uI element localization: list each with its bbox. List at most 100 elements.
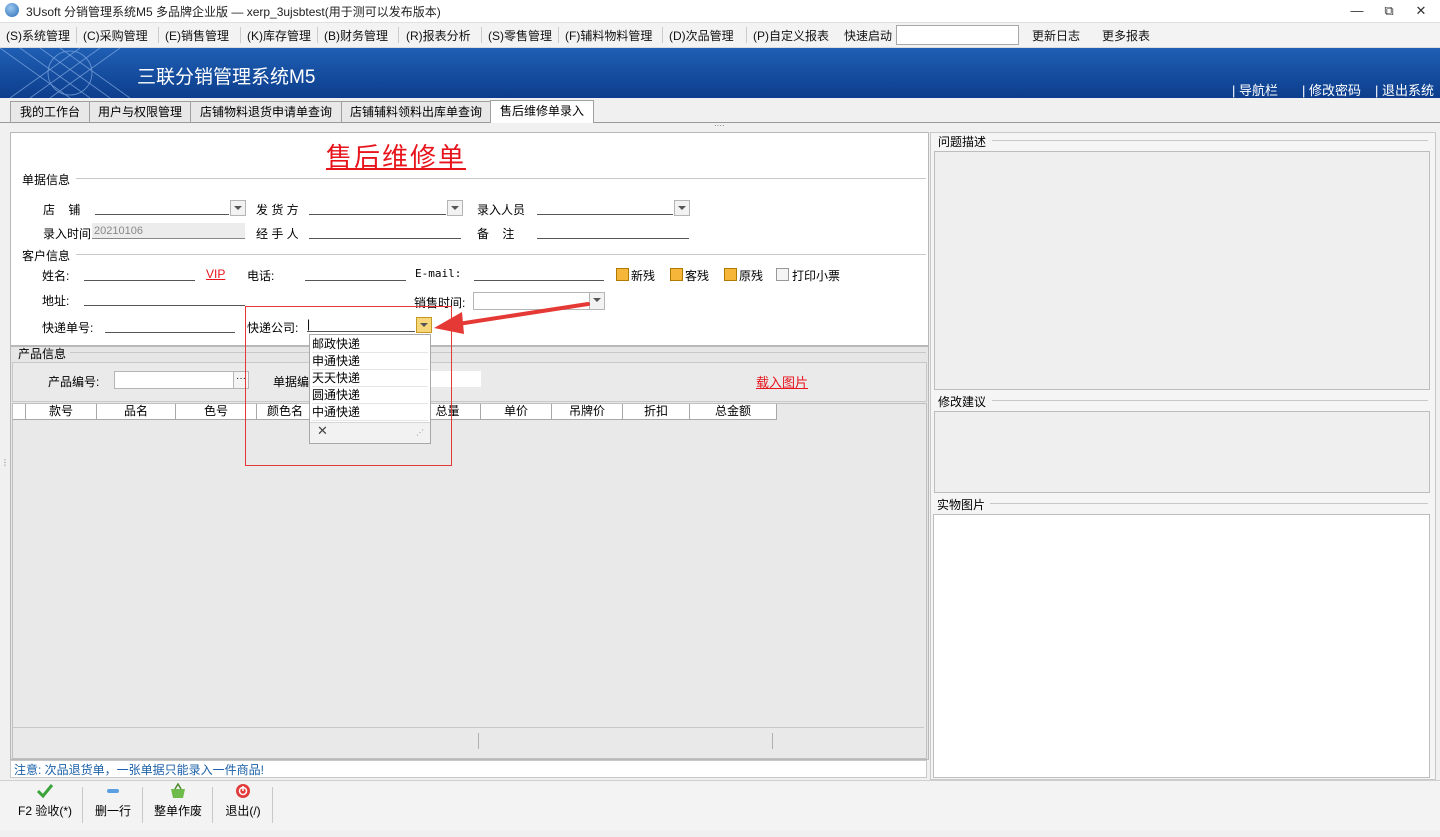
entry-person-dropdown-icon[interactable] <box>674 200 690 216</box>
product-code-input[interactable] <box>114 371 234 389</box>
store-field[interactable] <box>95 200 229 215</box>
banner-decoration-icon <box>0 48 131 98</box>
grid-footer-divider <box>772 733 773 749</box>
tab-workbench[interactable]: 我的工作台 <box>10 101 90 122</box>
dropdown-option[interactable]: 邮政快递 <box>312 336 428 353</box>
store-label: 店 铺 <box>43 203 81 217</box>
store-dropdown-icon[interactable] <box>230 200 246 216</box>
menu-retail[interactable]: (S)零售管理 <box>488 27 552 44</box>
menu-custom-reports[interactable]: (P)自定义报表 <box>753 27 829 44</box>
exit-button[interactable]: 退出(/) <box>220 783 266 827</box>
product-grid[interactable] <box>12 403 927 759</box>
tab-user-permissions[interactable]: 用户与权限管理 <box>89 101 191 122</box>
problem-desc-textarea[interactable] <box>934 151 1430 390</box>
load-image-link[interactable]: 载入图片 <box>756 372 808 391</box>
dropdown-option[interactable]: 中通快递 <box>312 404 428 421</box>
handler-label: 经 手 人 <box>256 227 299 241</box>
checkbox-original-defect[interactable] <box>724 268 737 281</box>
resize-grip-icon[interactable]: ⋰ <box>416 428 424 437</box>
checkbox-new-defect[interactable] <box>616 268 629 281</box>
toolbar-separator <box>82 787 83 823</box>
vip-link[interactable]: VIP <box>206 267 225 281</box>
checkbox-customer-defect[interactable] <box>670 268 683 281</box>
minus-icon <box>107 789 119 793</box>
photo-label: 实物图片 <box>937 498 986 512</box>
change-password-link[interactable]: | 修改密码 <box>1302 80 1361 98</box>
column-header[interactable]: 款号 <box>26 404 97 420</box>
menu-separator <box>558 27 559 43</box>
checkbox-customer-defect-label: 客残 <box>685 269 710 283</box>
side-splitter-grip-icon[interactable]: ⋮ <box>1 458 9 472</box>
dropdown-option[interactable]: 天天快递 <box>312 370 428 387</box>
splitter-grip-icon[interactable]: ···· <box>714 122 728 130</box>
tab-material-return-query[interactable]: 店铺物料退货申请单查询 <box>190 101 342 122</box>
menu-materials[interactable]: (F)辅料物料管理 <box>565 27 652 44</box>
grid-footer-divider <box>478 733 479 749</box>
column-header[interactable]: 总金额 <box>690 404 777 420</box>
column-header[interactable]: 品名 <box>97 404 176 420</box>
menu-finance[interactable]: (B)财务管理 <box>324 27 388 44</box>
menu-system[interactable]: (S)系统管理 <box>6 27 70 44</box>
menu-sales[interactable]: (E)销售管理 <box>165 27 229 44</box>
tab-accessory-issue-query[interactable]: 店铺辅料领料出库单查询 <box>341 101 491 122</box>
divider <box>990 503 1428 504</box>
menu-separator <box>158 27 159 43</box>
tab-after-sales-entry[interactable]: 售后维修单录入 <box>490 100 594 123</box>
suggestion-label: 修改建议 <box>938 395 987 409</box>
dropdown-clear-icon[interactable]: ✕ <box>317 423 328 439</box>
shipper-dropdown-icon[interactable] <box>447 200 463 216</box>
address-field[interactable] <box>84 291 245 306</box>
checkbox-print-receipt-label: 打印小票 <box>792 269 841 283</box>
remark-label: 备 注 <box>477 227 515 241</box>
checkbox-original-defect-label: 原残 <box>739 269 764 283</box>
more-reports-link[interactable]: 更多报表 <box>1102 27 1150 44</box>
column-header[interactable]: 单价 <box>481 404 552 420</box>
column-header[interactable]: 吊牌价 <box>552 404 623 420</box>
express-company-dropdown[interactable]: 邮政快递 申通快递 天天快递 圆通快递 中通快递 ✕ ⋰ <box>309 334 431 444</box>
close-icon[interactable]: ✕ <box>1406 1 1436 21</box>
address-label: 地址: <box>42 294 70 308</box>
entry-time-field: 20210106 <box>92 223 245 239</box>
void-document-button[interactable]: 整单作废 <box>150 782 206 827</box>
checkbox-print-receipt[interactable] <box>776 268 789 281</box>
quick-start-input[interactable] <box>896 25 1019 45</box>
email-field[interactable] <box>474 266 604 281</box>
name-field[interactable] <box>84 266 195 281</box>
toolbar-separator <box>272 787 273 823</box>
tab-strip: 我的工作台 用户与权限管理 店铺物料退货申请单查询 店铺辅料领料出库单查询 售后… <box>0 98 1440 123</box>
dropdown-footer <box>310 422 430 443</box>
entry-person-field[interactable] <box>537 200 673 215</box>
handler-field[interactable] <box>309 224 461 239</box>
accept-button[interactable]: F2 验收(*) <box>14 783 76 827</box>
delete-row-button[interactable]: 删一行 <box>90 783 136 827</box>
customer-info-label: 客户信息 <box>22 249 71 263</box>
entry-person-label: 录入人员 <box>477 203 526 217</box>
column-header[interactable]: 折扣 <box>623 404 690 420</box>
power-icon <box>236 784 250 798</box>
logout-link[interactable]: | 退出系统 <box>1375 80 1434 98</box>
update-log-link[interactable]: 更新日志 <box>1032 27 1080 44</box>
menu-defects[interactable]: (D)次品管理 <box>669 27 734 44</box>
product-code-label: 产品编号: <box>48 375 100 389</box>
logout-label: 退出系统 <box>1382 83 1435 98</box>
menu-reports[interactable]: (R)报表分析 <box>406 27 471 44</box>
dropdown-option[interactable]: 圆通快递 <box>312 387 428 404</box>
form-title: 售后维修单 <box>325 142 466 172</box>
shipper-field[interactable] <box>309 200 446 215</box>
express-no-field[interactable] <box>105 318 235 333</box>
minimize-icon[interactable]: — <box>1342 1 1372 21</box>
quick-start-label: 快速启动 <box>844 29 893 43</box>
restore-icon[interactable]: ⧉ <box>1374 1 1404 21</box>
menu-purchase[interactable]: (C)采购管理 <box>83 27 148 44</box>
entry-time-label: 录入时间 <box>43 227 92 241</box>
phone-field[interactable] <box>305 266 406 281</box>
suggestion-textarea[interactable] <box>934 411 1430 493</box>
photo-area[interactable] <box>933 514 1430 778</box>
remark-field[interactable] <box>537 224 689 239</box>
window-title: 3Usoft 分销管理系统M5 多品牌企业版 — xerp_3ujsbtest(… <box>26 5 441 19</box>
menu-inventory[interactable]: (K)库存管理 <box>247 27 311 44</box>
check-icon <box>36 784 54 799</box>
dropdown-option[interactable]: 申通快递 <box>312 353 428 370</box>
nav-bar-link[interactable]: | 导航栏 <box>1232 80 1278 98</box>
divider <box>70 352 926 353</box>
